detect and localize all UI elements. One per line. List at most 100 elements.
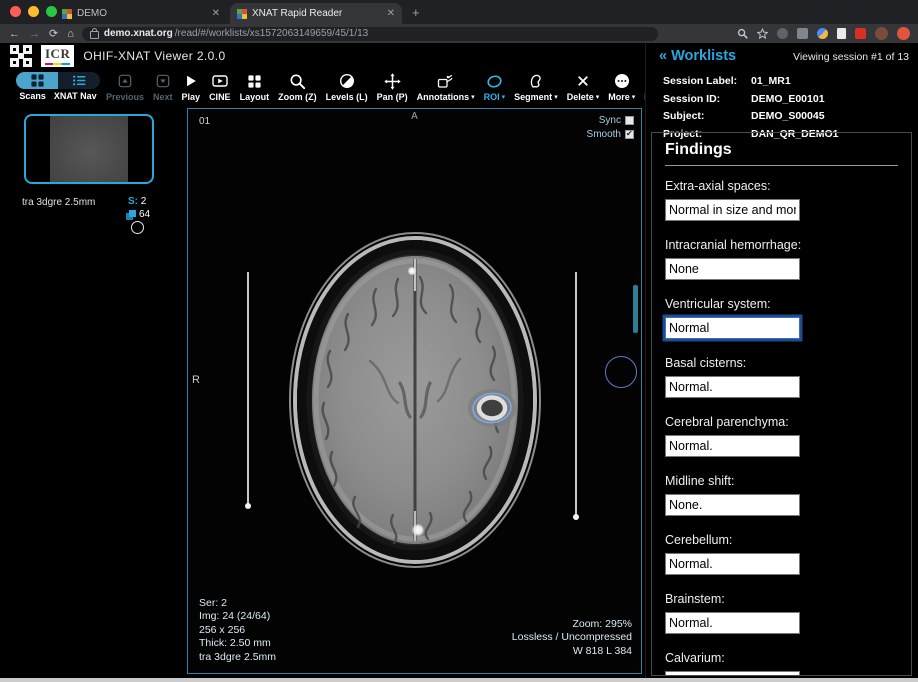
overlay-line: 256 x 256 bbox=[199, 624, 276, 638]
finding-input-extra-axial-spaces[interactable] bbox=[665, 199, 800, 221]
toolbar-button-segment[interactable]: Segment▾ bbox=[511, 72, 561, 102]
bookmark-star-icon[interactable] bbox=[757, 28, 768, 39]
reload-icon[interactable]: ⟳ bbox=[49, 27, 58, 40]
caret-down-icon: ▾ bbox=[502, 94, 506, 101]
extension-icon[interactable] bbox=[777, 28, 788, 39]
caret-down-icon: ▾ bbox=[554, 94, 558, 101]
forward-icon[interactable]: → bbox=[29, 28, 40, 40]
icr-logo: ICR bbox=[41, 45, 74, 68]
extension-icon[interactable] bbox=[797, 28, 808, 39]
session-info-row: Session Label:01_MR1 bbox=[663, 75, 918, 87]
xnat-favicon bbox=[237, 9, 247, 19]
toolbar-button-next[interactable]: Next bbox=[150, 72, 176, 102]
overlay-line: Zoom: 295% bbox=[512, 618, 632, 632]
browser-tab-demo[interactable]: DEMO ✕ bbox=[55, 3, 227, 24]
window-minimize-button[interactable] bbox=[28, 6, 39, 17]
finding-input-brainstem[interactable] bbox=[665, 612, 800, 634]
profile-avatar[interactable] bbox=[875, 27, 888, 40]
url-path: /read/#/worklists/xs1572063149659/45/1/1… bbox=[175, 28, 368, 39]
extension-icon[interactable] bbox=[855, 28, 866, 39]
toolbar-label: Levels (L) bbox=[326, 92, 368, 102]
zoom-page-icon[interactable] bbox=[737, 28, 748, 39]
toolbar-button-pan-p[interactable]: Pan (P) bbox=[374, 72, 411, 102]
levels-icon bbox=[339, 72, 355, 90]
image-viewport[interactable]: 01 A Sync Smooth R Ser: 2Img: 24 (24/64)… bbox=[187, 108, 642, 674]
finding-input-midline-shift[interactable] bbox=[665, 494, 800, 516]
toolbar-button-levels-l[interactable]: Levels (L) bbox=[323, 72, 371, 102]
toolbar-label: Previous bbox=[106, 92, 144, 102]
finding-input-ventricular-system[interactable] bbox=[665, 317, 800, 339]
scans-button[interactable] bbox=[16, 72, 58, 89]
browser-tab-xnat-rapid-reader[interactable]: XNAT Rapid Reader ✕ bbox=[230, 3, 402, 24]
toolbar-label: Zoom (Z) bbox=[278, 92, 317, 102]
finding-input-calvarium[interactable] bbox=[665, 671, 800, 676]
toolbar-button-layout[interactable]: Layout bbox=[237, 72, 273, 102]
scan-browser-panel: tra 3dgre 2.5mm S: 2 64 bbox=[0, 105, 186, 678]
toolbar-button-previous[interactable]: Previous bbox=[103, 72, 147, 102]
lock-icon bbox=[90, 31, 99, 39]
toolbar-button-play[interactable]: Play bbox=[179, 72, 204, 102]
segment-icon bbox=[528, 72, 544, 90]
extension-icon[interactable] bbox=[817, 28, 828, 39]
finding-input-cerebellum[interactable] bbox=[665, 553, 800, 575]
toolbar-label: Delete bbox=[567, 92, 594, 102]
worklists-back-link[interactable]: « Worklists bbox=[659, 48, 736, 64]
toolbar-label: Layout bbox=[240, 92, 270, 102]
worklist-panel: « Worklists Viewing session #1 of 13 Ses… bbox=[645, 43, 918, 678]
annotations-icon bbox=[437, 72, 454, 90]
back-icon[interactable]: ← bbox=[9, 28, 20, 40]
xnat-nav-button[interactable] bbox=[58, 72, 100, 89]
session-info-label: Subject: bbox=[663, 110, 751, 122]
toolbar-button-roi[interactable]: ROI▾ bbox=[481, 72, 509, 102]
toolbar-button-zoom-z[interactable]: Zoom (Z) bbox=[275, 72, 320, 102]
findings-form: Findings Extra-axial spaces:Intracranial… bbox=[651, 132, 912, 676]
finding-label: Brainstem: bbox=[665, 592, 898, 606]
session-info-value: DEMO_S00045 bbox=[751, 110, 825, 122]
xnat-favicon bbox=[62, 9, 72, 19]
tab-close-icon[interactable]: ✕ bbox=[212, 8, 220, 19]
toolbar-label: Segment bbox=[514, 92, 552, 102]
home-icon[interactable]: ⌂ bbox=[67, 28, 74, 40]
finding-input-cerebral-parenchyma[interactable] bbox=[665, 435, 800, 457]
finding-field-brainstem: Brainstem: bbox=[665, 592, 898, 634]
sync-toggle[interactable]: Sync bbox=[599, 115, 634, 126]
scan-thumbnail-label: tra 3dgre 2.5mm bbox=[22, 197, 95, 208]
zoom-info-overlay: Zoom: 295%Lossless / UncompressedW 818 L… bbox=[512, 618, 632, 659]
ellipse-tool-cursor bbox=[605, 356, 637, 388]
finding-label: Calvarium: bbox=[665, 651, 898, 665]
xnat-logo bbox=[10, 45, 32, 67]
finding-field-calvarium: Calvarium: bbox=[665, 651, 898, 676]
frame-count: 64 bbox=[126, 209, 150, 220]
toolbar-button-more[interactable]: More▾ bbox=[605, 72, 638, 102]
new-tab-button[interactable]: + bbox=[412, 5, 420, 20]
caret-down-icon: ▾ bbox=[632, 94, 636, 101]
scan-thumbnail-image bbox=[50, 116, 128, 182]
caret-down-icon: ▾ bbox=[596, 94, 600, 101]
grid-icon bbox=[30, 72, 45, 89]
finding-input-basal-cisterns[interactable] bbox=[665, 376, 800, 398]
finding-input-intracranial-hemorrhage[interactable] bbox=[665, 258, 800, 280]
smooth-toggle[interactable]: Smooth bbox=[587, 129, 634, 140]
smooth-checkbox[interactable] bbox=[625, 130, 634, 139]
toolbar-button-annotations[interactable]: Annotations▾ bbox=[414, 72, 478, 102]
scan-thumbnail[interactable] bbox=[24, 114, 154, 184]
tab-close-icon[interactable]: ✕ bbox=[387, 8, 395, 19]
session-info-value: DEMO_E00101 bbox=[751, 93, 825, 105]
address-bar[interactable]: demo.xnat.org /read/#/worklists/xs157206… bbox=[82, 27, 658, 41]
extension-icon[interactable] bbox=[837, 28, 846, 39]
stack-scrollbar[interactable] bbox=[633, 285, 638, 333]
overlay-line: tra 3dgre 2.5mm bbox=[199, 651, 276, 665]
roi-indicator-icon bbox=[131, 221, 144, 234]
finding-label: Cerebral parenchyma: bbox=[665, 415, 898, 429]
session-info-row: Subject:DEMO_S00045 bbox=[663, 110, 918, 122]
browser-menu-icon[interactable] bbox=[897, 27, 910, 40]
toolbar-button-cine[interactable]: CINE bbox=[206, 72, 234, 102]
browser-toolbar: ← → ⟳ ⌂ demo.xnat.org /read/#/worklists/… bbox=[0, 24, 918, 43]
window-close-button[interactable] bbox=[10, 6, 21, 17]
sync-checkbox[interactable] bbox=[625, 116, 634, 125]
screen: DEMO ✕ XNAT Rapid Reader ✕ + ← → ⟳ ⌂ dem… bbox=[0, 0, 918, 682]
xnat-nav-label: XNAT Nav bbox=[54, 91, 97, 101]
tab-label: DEMO bbox=[77, 8, 107, 19]
toolbar-button-delete[interactable]: Delete▾ bbox=[564, 72, 603, 102]
viewer-content: tra 3dgre 2.5mm S: 2 64 bbox=[0, 105, 645, 678]
